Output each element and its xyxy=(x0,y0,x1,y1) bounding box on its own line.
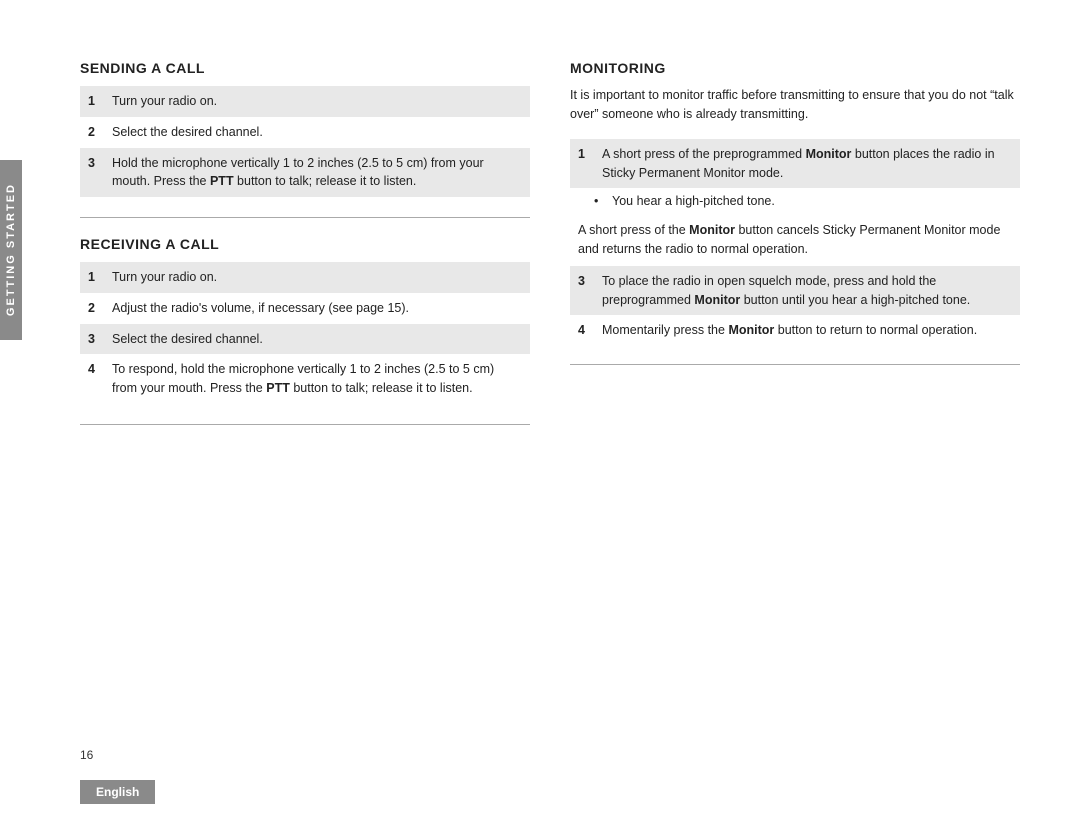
step-text: Turn your radio on. xyxy=(112,268,522,287)
monitoring-divider xyxy=(570,364,1020,365)
step-text: Adjust the radio's volume, if necessary … xyxy=(112,299,522,318)
step-text: To respond, hold the microphone vertical… xyxy=(112,360,522,398)
receiving-step-2: 2 Adjust the radio's volume, if necessar… xyxy=(80,293,530,324)
monitoring-step-4: 4 Momentarily press the Monitor button t… xyxy=(570,315,1020,346)
english-tab: English xyxy=(80,780,155,804)
step-number: 1 xyxy=(578,145,592,183)
step-text: To place the radio in open squelch mode,… xyxy=(602,272,1012,310)
step-text: Hold the microphone vertically 1 to 2 in… xyxy=(112,154,522,192)
step-number: 1 xyxy=(88,92,102,111)
step-number: 3 xyxy=(88,330,102,349)
monitoring-intro: It is important to monitor traffic befor… xyxy=(570,86,1020,125)
receiving-heading: RECEIVING A CALL xyxy=(80,236,530,252)
step-number: 2 xyxy=(88,123,102,142)
sending-heading: SENDING A CALL xyxy=(80,60,530,76)
step-text: A short press of the preprogrammed Monit… xyxy=(602,145,1012,183)
page-number: 16 xyxy=(80,748,93,762)
receiving-steps: 1 Turn your radio on. 2 Adjust the radio… xyxy=(80,262,530,404)
receiving-step-4: 4 To respond, hold the microphone vertic… xyxy=(80,354,530,404)
receiving-step-1: 1 Turn your radio on. xyxy=(80,262,530,293)
step-number: 4 xyxy=(88,360,102,398)
step-text: Select the desired channel. xyxy=(112,123,522,142)
sending-steps: 1 Turn your radio on. 2 Select the desir… xyxy=(80,86,530,197)
step-number: 3 xyxy=(578,272,592,310)
step-number: 3 xyxy=(88,154,102,192)
sending-step-1: 1 Turn your radio on. xyxy=(80,86,530,117)
divider-bottom xyxy=(80,424,530,425)
monitoring-step-1: 1 A short press of the preprogrammed Mon… xyxy=(570,139,1020,189)
sending-step-3: 3 Hold the microphone vertically 1 to 2 … xyxy=(80,148,530,198)
divider xyxy=(80,217,530,218)
monitoring-intertext-1: A short press of the Monitor button canc… xyxy=(570,215,1020,266)
step-number: 1 xyxy=(88,268,102,287)
step-number: 4 xyxy=(578,321,592,340)
left-column: SENDING A CALL 1 Turn your radio on. 2 S… xyxy=(80,60,530,734)
bullet-text: You hear a high-pitched tone. xyxy=(612,192,775,211)
step-text: Momentarily press the Monitor button to … xyxy=(602,321,1012,340)
right-column: MONITORING It is important to monitor tr… xyxy=(570,60,1020,734)
monitoring-heading: MONITORING xyxy=(570,60,1020,76)
bullet-dot: • xyxy=(594,192,604,211)
main-content: SENDING A CALL 1 Turn your radio on. 2 S… xyxy=(80,60,1020,734)
monitoring-bullet-1: • You hear a high-pitched tone. xyxy=(570,188,1020,215)
step-number: 2 xyxy=(88,299,102,318)
step-text: Select the desired channel. xyxy=(112,330,522,349)
sending-step-2: 2 Select the desired channel. xyxy=(80,117,530,148)
side-tab: GETTING STARTED xyxy=(0,160,22,340)
monitoring-step-3: 3 To place the radio in open squelch mod… xyxy=(570,266,1020,316)
step-text: Turn your radio on. xyxy=(112,92,522,111)
receiving-step-3: 3 Select the desired channel. xyxy=(80,324,530,355)
side-tab-label: GETTING STARTED xyxy=(5,183,17,316)
